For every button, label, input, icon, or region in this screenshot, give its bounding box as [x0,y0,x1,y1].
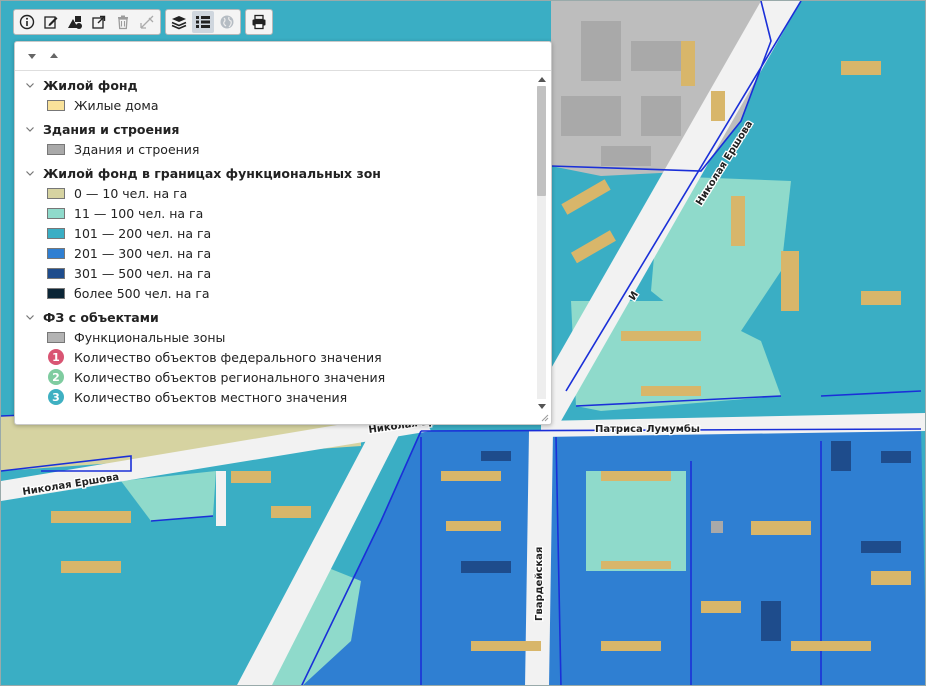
street-label: Гвардейская [534,547,545,621]
globe-icon [220,15,234,29]
globe-button[interactable] [216,11,238,33]
legend-list: Жилой фонд Жилые дома Здания и строения Зда… [15,71,535,416]
legend-swatch [47,207,65,219]
legend-list-icon [196,16,210,28]
legend-item: 101 — 200 чел. на га [15,223,535,243]
legend-swatch [47,247,65,259]
legend-group-header[interactable]: Жилой фонд в границах функциональных зон [15,163,535,183]
collapse-all-button[interactable] [47,49,61,63]
measure-button[interactable] [136,11,158,33]
legend-item-label: 11 — 100 чел. на га [74,205,204,221]
chevron-down-icon [25,310,39,324]
legend-item-label: Количество объектов регионального значен… [74,369,386,385]
export-button[interactable] [88,11,110,33]
shapes-icon [68,16,82,29]
legend-item: 3 Количество объектов местного значения [15,387,535,407]
legend-item: 2 Количество объектов регионального значе… [15,367,535,387]
legend-item: 11 — 100 чел. на га [15,203,535,223]
toolbar-group-print [245,9,273,35]
info-icon [19,14,35,30]
toolbar-group-tools [13,9,161,35]
layers-button[interactable] [168,11,190,33]
zone-light-block [586,471,686,571]
export-icon [92,15,106,29]
scroll-thumb[interactable] [537,86,546,196]
map-toolbar [13,9,277,35]
info-button[interactable] [16,11,38,33]
legend-group-header[interactable]: Здания и строения [15,119,535,139]
toolbar-group-layers [165,9,241,35]
legend-item-label: Количество объектов местного значения [74,389,348,405]
map-app: Николая Ершова Николая Ершова Николая Ер… [0,0,926,686]
expand-all-button[interactable] [25,49,39,63]
scroll-up-button[interactable] [536,73,547,84]
legend-item-label: Жилые дома [74,97,159,113]
legend-swatch [47,267,65,279]
legend-item-label: 201 — 300 чел. на га [74,245,212,261]
scroll-track[interactable] [537,86,546,399]
legend-group-header[interactable]: Жилой фонд [15,75,535,95]
print-button[interactable] [248,11,270,33]
legend-item-label: 101 — 200 чел. на га [74,225,212,241]
caret-down-icon [28,54,36,59]
measure-icon [140,15,154,29]
legend-item-label: Здания и строения [74,141,200,157]
delete-button[interactable] [112,11,134,33]
legend-item: 0 — 10 чел. на га [15,183,535,203]
legend-group-title: Жилой фонд в границах функциональных зон [43,165,381,181]
legend-item-label: 301 — 500 чел. на га [74,265,212,281]
road-small [216,471,226,526]
legend-panel: Жилой фонд Жилые дома Здания и строения Зда… [14,41,552,425]
legend-button[interactable] [192,11,214,33]
legend-item: Здания и строения [15,139,535,159]
legend-group-header[interactable]: ФЗ с объектами [15,307,535,327]
legend-item-label: 0 — 10 чел. на га [74,185,188,201]
legend-item-label: более 500 чел. на га [74,285,210,301]
scroll-up-icon [537,76,546,82]
legend-item: 201 — 300 чел. на га [15,243,535,263]
legend-item-label: Количество объектов федерального значени… [74,349,382,365]
legend-swatch [47,143,65,155]
legend-item: 1 Количество объектов федерального значен… [15,347,535,367]
legend-group-title: Здания и строения [43,121,180,137]
legend-count-marker: 1 [48,349,64,365]
scroll-down-icon [537,403,546,409]
legend-item: более 500 чел. на га [15,283,535,303]
chevron-down-icon [25,78,39,92]
trash-icon [118,15,128,30]
caret-up-icon [50,53,58,58]
legend-header [15,42,551,71]
edit-button[interactable] [40,11,62,33]
legend-swatch [47,99,65,111]
shapes-button[interactable] [64,11,86,33]
legend-count-marker: 2 [48,369,64,385]
legend-swatch [47,331,65,343]
legend-item: Жилые дома [15,95,535,115]
legend-item: Функциональные зоны [15,327,535,347]
legend-group-title: ФЗ с объектами [43,309,159,325]
legend-item-label: Функциональные зоны [74,329,226,345]
chevron-down-icon [25,122,39,136]
street-label: Патриса Лумумбы [595,423,700,435]
legend-scrollbar[interactable] [536,73,547,412]
legend-group-title: Жилой фонд [43,77,138,93]
legend-swatch [47,187,65,199]
legend-count-marker: 3 [48,389,64,405]
layers-icon [171,16,187,30]
resize-grip-icon[interactable] [541,414,549,422]
print-icon [252,14,266,30]
edit-icon [44,16,58,29]
legend-item: 301 — 500 чел. на га [15,263,535,283]
chevron-down-icon [25,166,39,180]
legend-swatch [47,227,65,239]
scroll-down-button[interactable] [536,401,547,412]
legend-swatch [47,287,65,299]
